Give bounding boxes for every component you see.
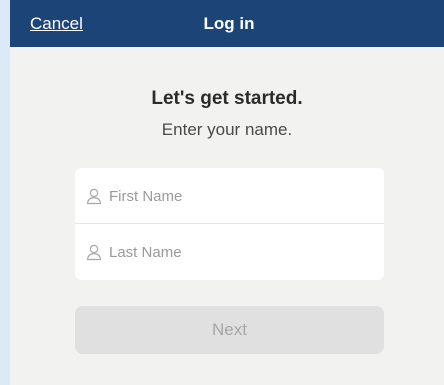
last-name-input[interactable] [109, 243, 369, 261]
first-name-field[interactable] [75, 168, 384, 224]
next-button[interactable]: Next [75, 306, 384, 354]
navigation-bar: Cancel Log in [10, 0, 444, 47]
last-name-field[interactable] [75, 224, 384, 280]
login-screen: Cancel Log in Let's get started. Enter y… [10, 0, 444, 385]
person-icon [86, 244, 102, 261]
heading: Let's get started. [151, 88, 303, 109]
subheading: Enter your name. [161, 120, 293, 139]
first-name-input[interactable] [109, 187, 369, 205]
person-icon [86, 188, 102, 205]
name-fields-group [75, 168, 384, 280]
page-title: Log in [203, 14, 255, 33]
